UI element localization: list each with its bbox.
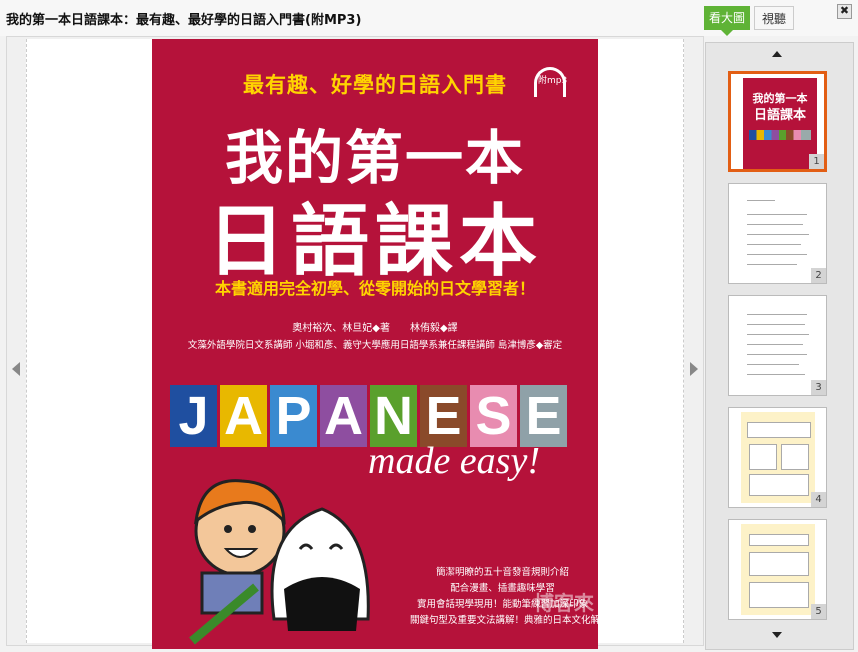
thumbnail-image: 我的第一本 日語課本 xyxy=(743,78,817,169)
cover-feature-item: 簡潔明瞭的五十音發音規則介紹 xyxy=(435,567,569,578)
letter-block: J xyxy=(170,385,217,447)
cover-tagline-english: made easy! xyxy=(368,440,540,482)
cover-tagline: 本書適用完全初學、從零開始的日文學習者！ xyxy=(214,279,535,298)
thumbnail-title-line2: 日語課本 xyxy=(753,108,806,123)
letter-block: E xyxy=(420,385,467,447)
japanese-letter-blocks: J A P A N E S E xyxy=(170,385,567,447)
letter-block: A xyxy=(320,385,367,447)
mp3-label: 附mp3 xyxy=(538,76,568,86)
next-page-arrow-icon[interactable] xyxy=(690,362,698,376)
thumbnail-sidebar: 看大圖 視聽 我的第一本 日語課本 1 2 3 4 5 xyxy=(704,0,854,652)
scroll-up-arrow-icon[interactable] xyxy=(772,51,782,57)
thumbnail-page-1[interactable]: 我的第一本 日語課本 1 xyxy=(728,71,827,172)
book-cover-image: 最有趣、好學的日語入門書 附mp3 我的第一本 日語課本 本書適用完全初學、從零… xyxy=(152,39,598,649)
thumbnail-page-number: 5 xyxy=(811,604,826,619)
letter-block: P xyxy=(270,385,317,447)
thumbnail-page-number: 1 xyxy=(809,154,824,169)
thumbnail-page-3[interactable]: 3 xyxy=(728,295,827,396)
publisher-watermark: 博客來 xyxy=(534,591,594,615)
main-viewer: 最有趣、好學的日語入門書 附mp3 我的第一本 日語課本 本書適用完全初學、從零… xyxy=(6,36,704,649)
tab-audio-video[interactable]: 視聽 xyxy=(754,6,794,30)
tab-large-image[interactable]: 看大圖 xyxy=(704,6,750,36)
page-display: 最有趣、好學的日語入門書 附mp3 我的第一本 日語課本 本書適用完全初學、從零… xyxy=(26,39,684,649)
letter-block: N xyxy=(370,385,417,447)
thumbnail-page-5[interactable]: 5 xyxy=(728,519,827,620)
letter-block: A xyxy=(220,385,267,447)
scroll-down-arrow-icon[interactable] xyxy=(772,632,782,638)
cover-authors: 奧村裕次、林旦妃◆著 林侑毅◆譯 xyxy=(292,323,458,334)
cover-reviewers: 文藻外語學院日文系講師 小堀和彥、義守大學應用日語學系兼任課程講師 島津博彥◆審… xyxy=(187,340,563,351)
window-title: 我的第一本日語課本：最有趣、最好學的日語入門書(附MP3) xyxy=(6,13,362,28)
thumbnail-list: 我的第一本 日語課本 1 2 3 4 5 xyxy=(705,42,854,650)
thumbnail-image xyxy=(741,188,815,279)
thumbnail-page-2[interactable]: 2 xyxy=(728,183,827,284)
thumbnail-image xyxy=(741,412,815,503)
letter-block: S xyxy=(470,385,517,447)
thumbnail-page-number: 4 xyxy=(811,492,826,507)
thumbnail-image xyxy=(741,524,815,615)
cartoon-characters-illustration xyxy=(189,479,370,645)
letter-block: E xyxy=(520,385,567,447)
thumbnail-page-number: 2 xyxy=(811,268,826,283)
thumbnail-page-4[interactable]: 4 xyxy=(728,407,827,508)
thumbnail-page-number: 3 xyxy=(811,380,826,395)
headphones-icon: 附mp3 xyxy=(532,67,570,97)
thumbnail-image xyxy=(741,300,815,391)
previous-page-arrow-icon[interactable] xyxy=(12,362,20,376)
